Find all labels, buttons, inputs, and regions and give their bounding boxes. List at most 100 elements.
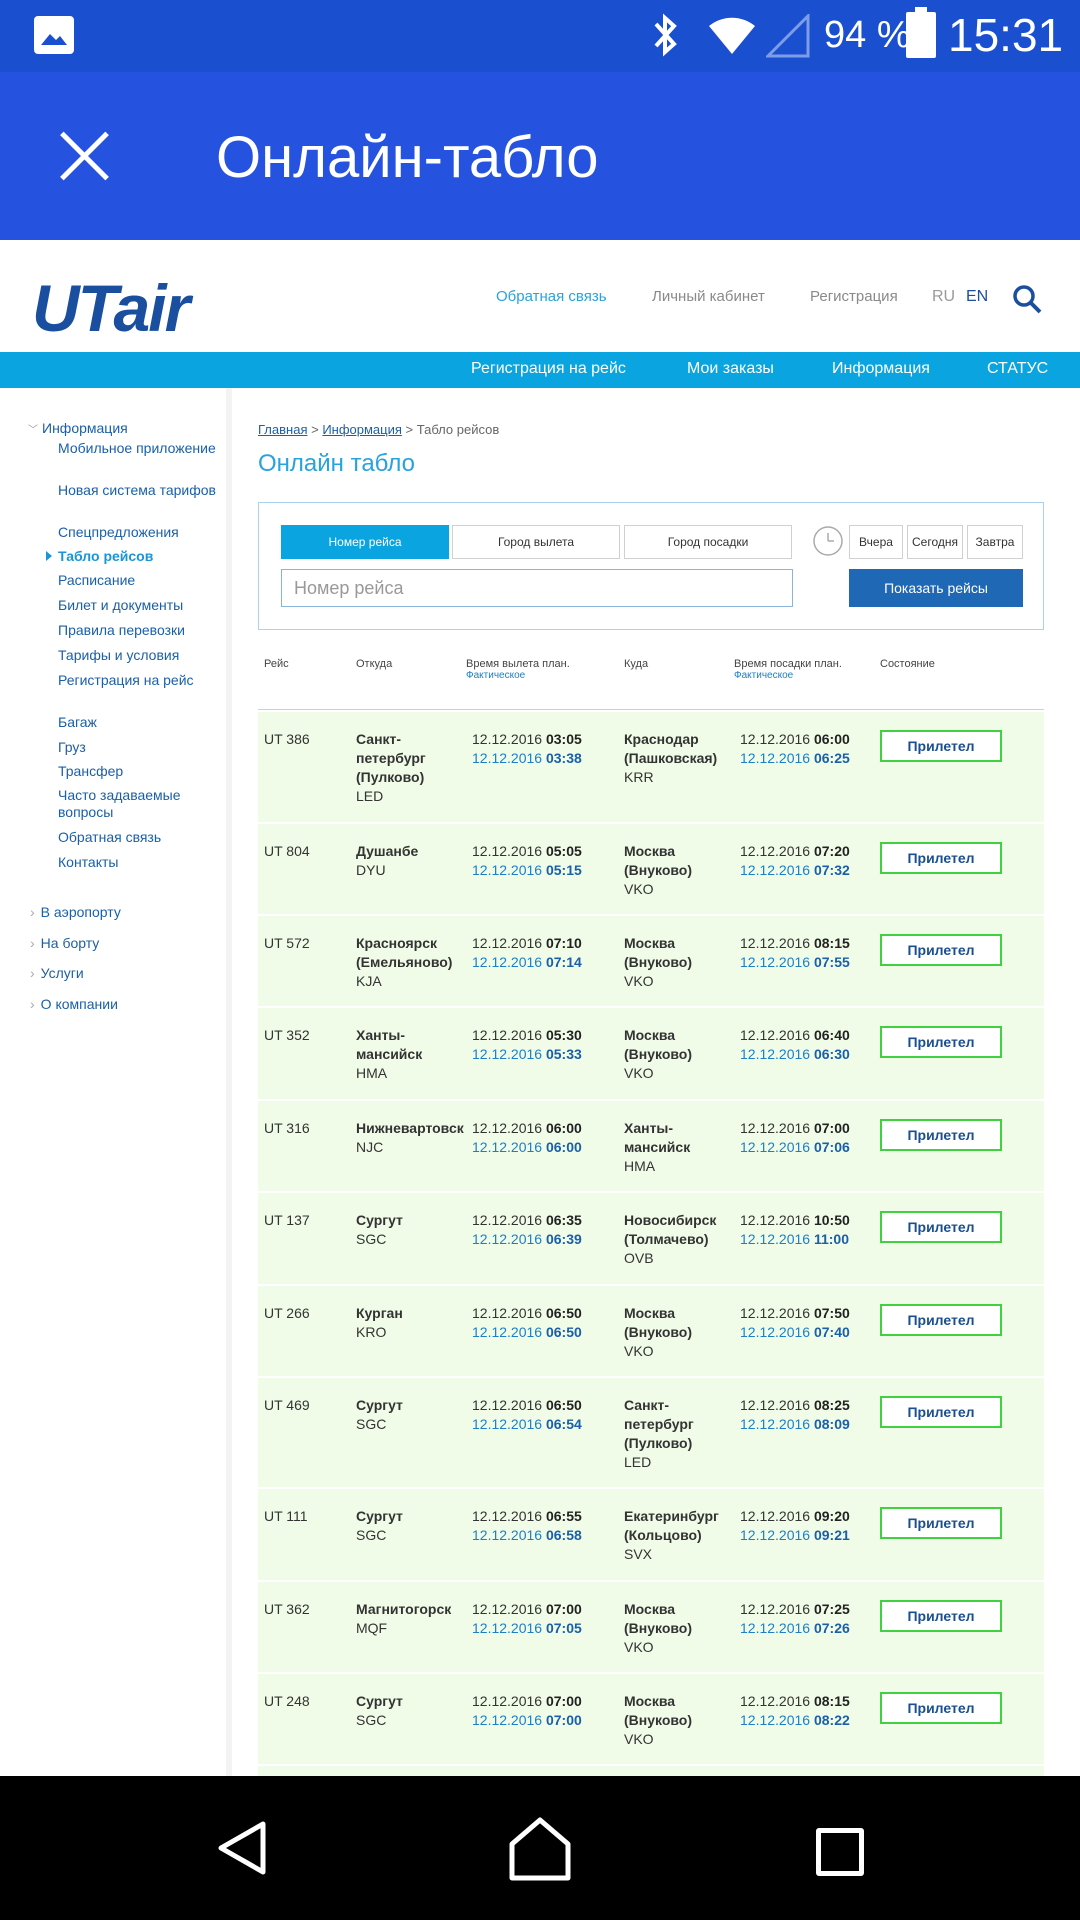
flight-number[interactable]: UT 352	[264, 1026, 310, 1045]
flight-number[interactable]: UT 804	[264, 842, 310, 861]
sidebar-item[interactable]: Тарифы и условия	[58, 647, 228, 664]
status-badge[interactable]: Прилетел	[880, 934, 1002, 966]
day-yesterday[interactable]: Вчера	[849, 525, 903, 559]
from-city: Сургут SGC	[356, 1693, 403, 1728]
breadcrumb: Главная > Информация > Табло рейсов	[258, 422, 500, 437]
departure-times: 12.12.2016 05:05 12.12.2016 05:15	[472, 843, 582, 878]
home-icon[interactable]	[508, 1816, 572, 1882]
to-city: Новосибирск (Толмачево) OVB	[624, 1212, 717, 1266]
status-badge[interactable]: Прилетел	[880, 1396, 1002, 1428]
from-city: Санкт-петербург (Пулково) LED	[356, 731, 426, 804]
tab-flight-number[interactable]: Номер рейса	[281, 525, 449, 559]
sidebar-item[interactable]: Новая система тарифов	[58, 482, 228, 499]
sidebar-item[interactable]: Регистрация на рейс	[58, 672, 228, 689]
utair-logo[interactable]: UTair	[32, 270, 190, 346]
page-title: Онлайн табло	[258, 450, 415, 477]
sidebar-group[interactable]: Услуги	[30, 965, 84, 981]
sidebar-item[interactable]: Багаж	[58, 714, 228, 731]
lang-en[interactable]: EN	[966, 288, 988, 306]
table-row: UT 101Сургут12.12.2016 07:0012.12.2016 Т…	[258, 1766, 1044, 1776]
sidebar-item-active[interactable]: Табло рейсов	[46, 548, 228, 565]
sidebar-section-info[interactable]: ﹀ Информация	[28, 420, 128, 436]
from-city: Ханты-мансийск HMA	[356, 1027, 423, 1081]
table-row: UT 352 Ханты-мансийск HMA 12.12.2016 05:30 1…	[258, 1008, 1044, 1101]
status-badge[interactable]: Прилетел	[880, 1119, 1002, 1151]
breadcrumb-home[interactable]: Главная	[258, 422, 307, 437]
status-badge[interactable]: Прилетел	[880, 1026, 1002, 1058]
from-city: Магнитогорск MQF	[356, 1601, 452, 1636]
arrival-times: 12.12.2016 06:00 12.12.2016 06:25	[740, 731, 850, 766]
flight-number[interactable]: UT 572	[264, 934, 310, 953]
day-today[interactable]: Сегодня	[907, 525, 963, 559]
nav-checkin[interactable]: Регистрация на рейс	[471, 360, 626, 378]
status-badge[interactable]: Прилетел	[880, 1304, 1002, 1336]
nav-status[interactable]: СТАТУС	[987, 360, 1048, 378]
sidebar-item[interactable]: Билет и документы	[58, 597, 228, 614]
search-icon[interactable]	[1012, 284, 1042, 314]
status-badge[interactable]: Прилетел	[880, 1600, 1002, 1632]
status-badge[interactable]: Прилетел	[880, 1507, 1002, 1539]
flight-number[interactable]: UT 386	[264, 730, 310, 749]
sidebar-group[interactable]: На борту	[30, 935, 100, 951]
day-tomorrow[interactable]: Завтра	[967, 525, 1023, 559]
flight-number[interactable]: UT 248	[264, 1692, 310, 1711]
account-link[interactable]: Личный кабинет	[652, 288, 765, 305]
status-badge[interactable]: Прилетел	[880, 842, 1002, 874]
sidebar-item[interactable]: Обратная связь	[58, 829, 228, 846]
th-to: Куда	[624, 658, 649, 670]
to-city: Москва (Внуково) VKO	[624, 1305, 693, 1359]
tab-arrival-city[interactable]: Город посадки	[624, 525, 792, 559]
android-nav-bar	[0, 1776, 1080, 1920]
nav-orders[interactable]: Мои заказы	[687, 360, 774, 378]
flight-number[interactable]: UT 266	[264, 1304, 310, 1323]
th-state: Состояние	[880, 658, 935, 670]
sidebar-item[interactable]: Часто задаваемые вопросы	[58, 787, 228, 821]
app-bar: Онлайн-табло	[0, 72, 1080, 240]
show-flights-button[interactable]: Показать рейсы	[849, 569, 1023, 607]
sidebar-item[interactable]: Мобильное приложение	[58, 440, 228, 457]
th-departure: Время вылета план. Фактическое	[466, 658, 570, 681]
flight-number[interactable]: UT 111	[264, 1507, 308, 1526]
to-city: Краснодар (Пашковская) KRR	[624, 731, 718, 785]
flight-number[interactable]: UT 137	[264, 1211, 310, 1230]
table-row: UT 572 Красноярск (Емельяново) KJA 12.12.20…	[258, 916, 1044, 1008]
sidebar-item[interactable]: Расписание	[58, 572, 228, 589]
arrival-times: 12.12.2016 10:50 12.12.2016 11:00	[740, 1212, 850, 1247]
status-badge[interactable]: Прилетел	[880, 730, 1002, 762]
sidebar-item[interactable]: Правила перевозки	[58, 622, 228, 639]
breadcrumb-info[interactable]: Информация	[322, 422, 402, 437]
sidebar-item[interactable]: Контакты	[58, 854, 228, 871]
table-row: UT 362 Магнитогорск MQF 12.12.2016 07:00 12.…	[258, 1582, 1044, 1674]
sidebar: ﹀ Информация Мобильное приложение Новая с…	[0, 388, 232, 1776]
wifi-icon	[709, 17, 755, 54]
from-city: Сургут SGC	[356, 1508, 403, 1543]
recent-apps-icon[interactable]	[816, 1828, 864, 1876]
flight-number[interactable]: UT 469	[264, 1396, 310, 1415]
sidebar-item[interactable]: Груз	[58, 739, 228, 756]
clock: 15:31	[948, 9, 1064, 61]
flight-number[interactable]: UT 316	[264, 1119, 310, 1138]
from-city: Красноярск (Емельяново) KJA	[356, 935, 453, 989]
status-bar: 94 % 15:31	[0, 0, 1080, 72]
main-nav: Регистрация на рейс Мои заказы Информаци…	[0, 352, 1080, 388]
status-badge[interactable]: Прилетел	[880, 1211, 1002, 1243]
sidebar-item[interactable]: Спецпредложения	[58, 524, 228, 541]
flight-number[interactable]: UT 362	[264, 1600, 310, 1619]
close-icon[interactable]	[58, 130, 110, 182]
sidebar-group[interactable]: О компании	[30, 996, 118, 1012]
to-city: Москва (Внуково) VKO	[624, 935, 693, 989]
registration-link[interactable]: Регистрация	[810, 288, 898, 305]
sidebar-group[interactable]: В аэропорту	[30, 904, 121, 920]
departure-times: 12.12.2016 06:00 12.12.2016 06:00	[472, 1120, 582, 1155]
from-city: Нижневартовск NJC	[356, 1120, 464, 1155]
nav-info[interactable]: Информация	[832, 360, 930, 378]
lang-ru[interactable]: RU	[932, 288, 955, 306]
battery-percent: 94 %	[824, 14, 911, 56]
sidebar-item[interactable]: Трансфер	[58, 763, 228, 780]
status-badge[interactable]: Прилетел	[880, 1692, 1002, 1724]
tab-departure-city[interactable]: Город вылета	[452, 525, 620, 559]
back-icon[interactable]	[215, 1820, 269, 1876]
feedback-link[interactable]: Обратная связь	[496, 288, 607, 305]
flight-number-input[interactable]: Номер рейса	[281, 569, 793, 607]
table-row: UT 386 Санкт-петербург (Пулково) LED 12.12.…	[258, 712, 1044, 824]
